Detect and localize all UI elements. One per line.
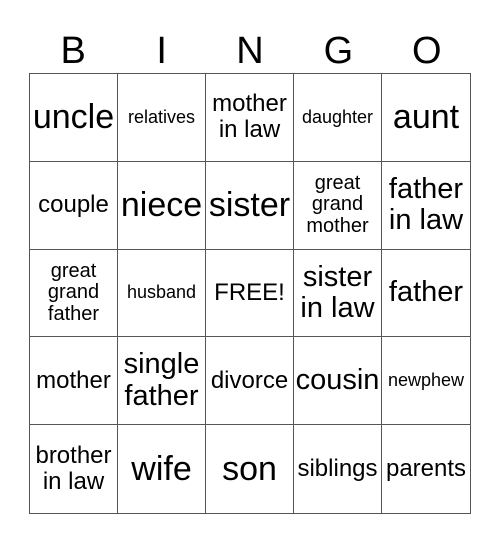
- bingo-cell[interactable]: aunt: [382, 74, 470, 162]
- bingo-header: B I N G O: [29, 30, 471, 72]
- bingo-cell[interactable]: mother: [30, 337, 118, 426]
- bingo-cell[interactable]: husband: [118, 249, 206, 338]
- bingo-cell[interactable]: cousin: [294, 337, 382, 426]
- bingo-cell[interactable]: sister: [206, 161, 294, 250]
- bingo-cell[interactable]: divorce: [206, 337, 294, 426]
- bingo-cell[interactable]: son: [206, 425, 294, 513]
- bingo-cell[interactable]: great grand father: [30, 249, 118, 338]
- bingo-cell[interactable]: wife: [118, 425, 206, 513]
- bingo-cell[interactable]: parents: [382, 425, 470, 513]
- header-letter-n: N: [236, 30, 264, 72]
- bingo-cell[interactable]: great grand mother: [294, 161, 382, 250]
- bingo-cell[interactable]: relatives: [118, 74, 206, 162]
- bingo-grid: uncle relatives mother in law daughter aunt c…: [29, 73, 471, 514]
- bingo-cell[interactable]: father: [382, 250, 470, 338]
- bingo-cell[interactable]: single father: [118, 337, 206, 426]
- bingo-cell[interactable]: siblings: [294, 425, 382, 513]
- bingo-cell[interactable]: sister in law: [294, 249, 382, 338]
- header-letter-b: B: [60, 30, 86, 72]
- bingo-cell[interactable]: brother in law: [30, 425, 118, 513]
- bingo-cell[interactable]: couple: [30, 161, 118, 250]
- bingo-cell[interactable]: father in law: [382, 162, 470, 250]
- bingo-cell[interactable]: FREE!: [206, 249, 294, 338]
- bingo-cell[interactable]: mother in law: [206, 74, 294, 162]
- bingo-cell[interactable]: newphew: [382, 337, 470, 426]
- bingo-cell[interactable]: niece: [118, 161, 206, 250]
- bingo-cell[interactable]: daughter: [294, 74, 382, 162]
- header-letter-i: I: [156, 30, 167, 72]
- header-letter-o: O: [412, 30, 442, 72]
- header-letter-g: G: [323, 30, 354, 72]
- bingo-cell[interactable]: uncle: [30, 74, 118, 162]
